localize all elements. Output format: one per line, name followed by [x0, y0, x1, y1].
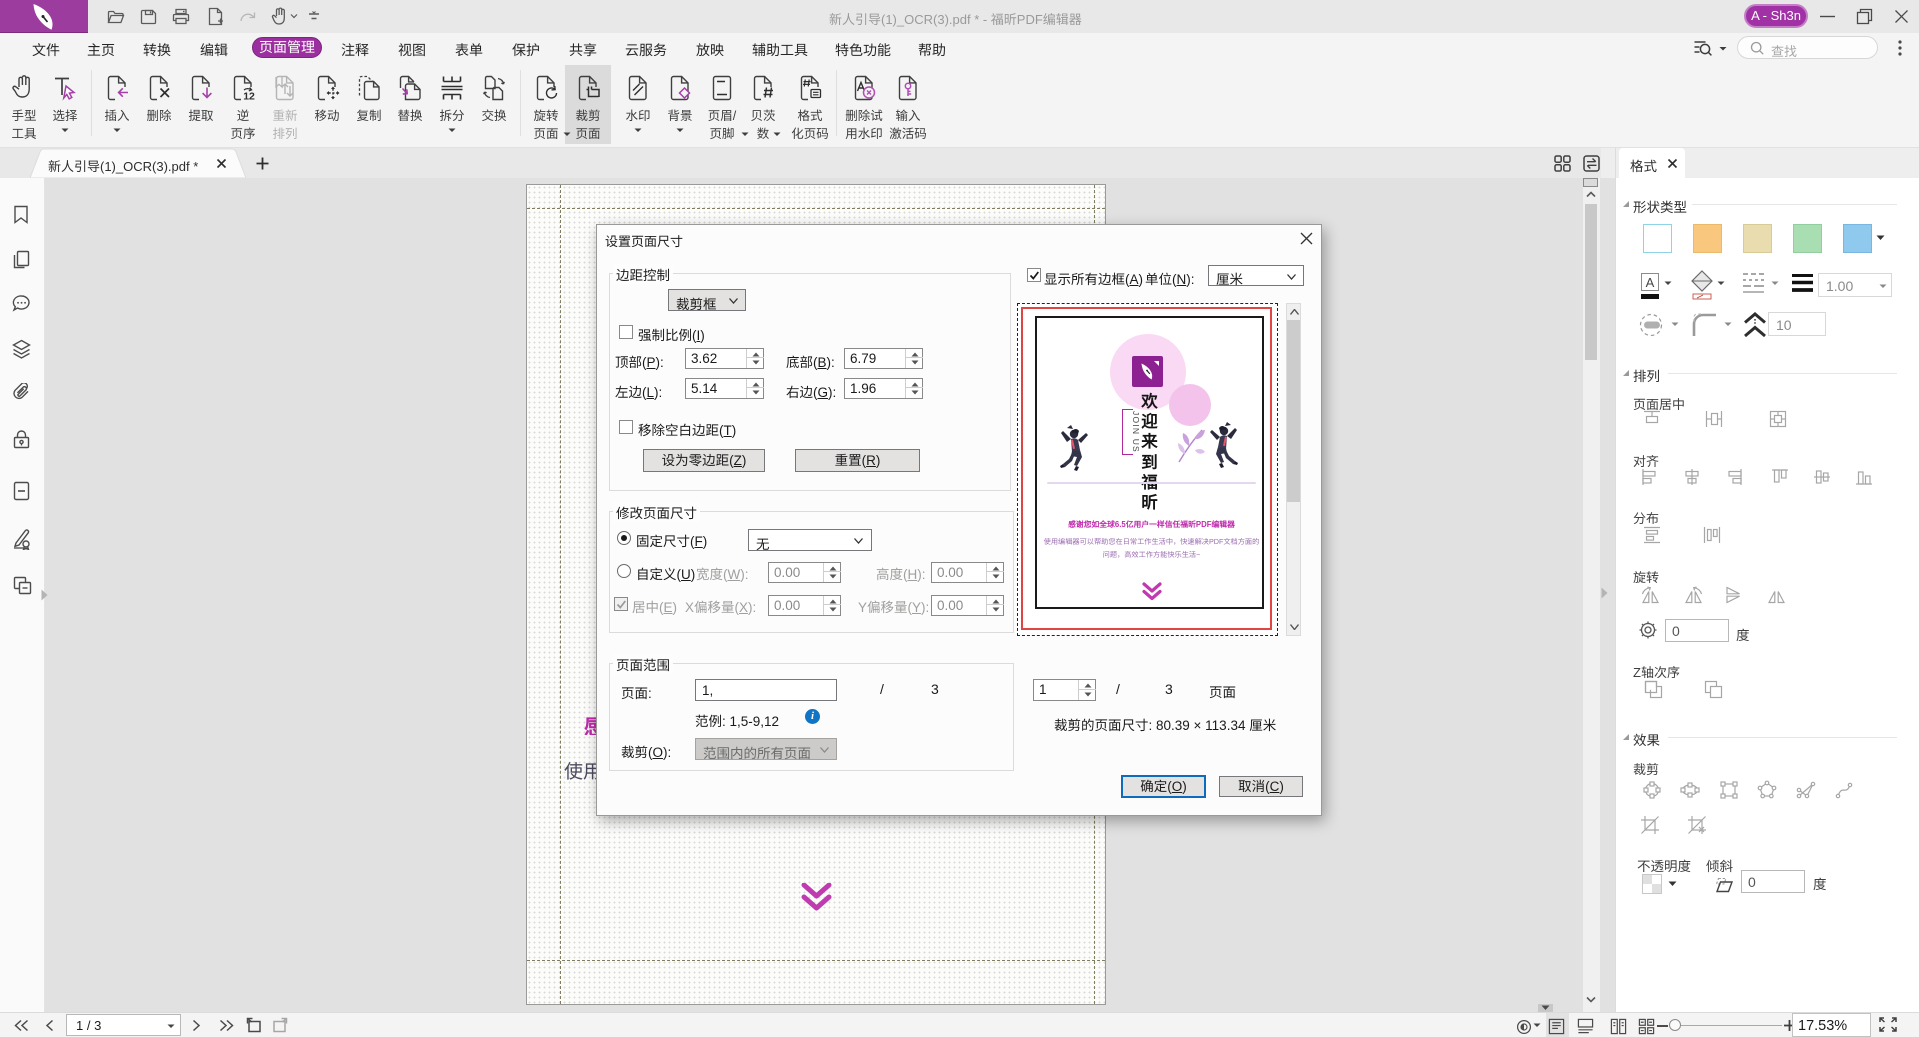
svg-text:12: 12	[243, 91, 255, 103]
